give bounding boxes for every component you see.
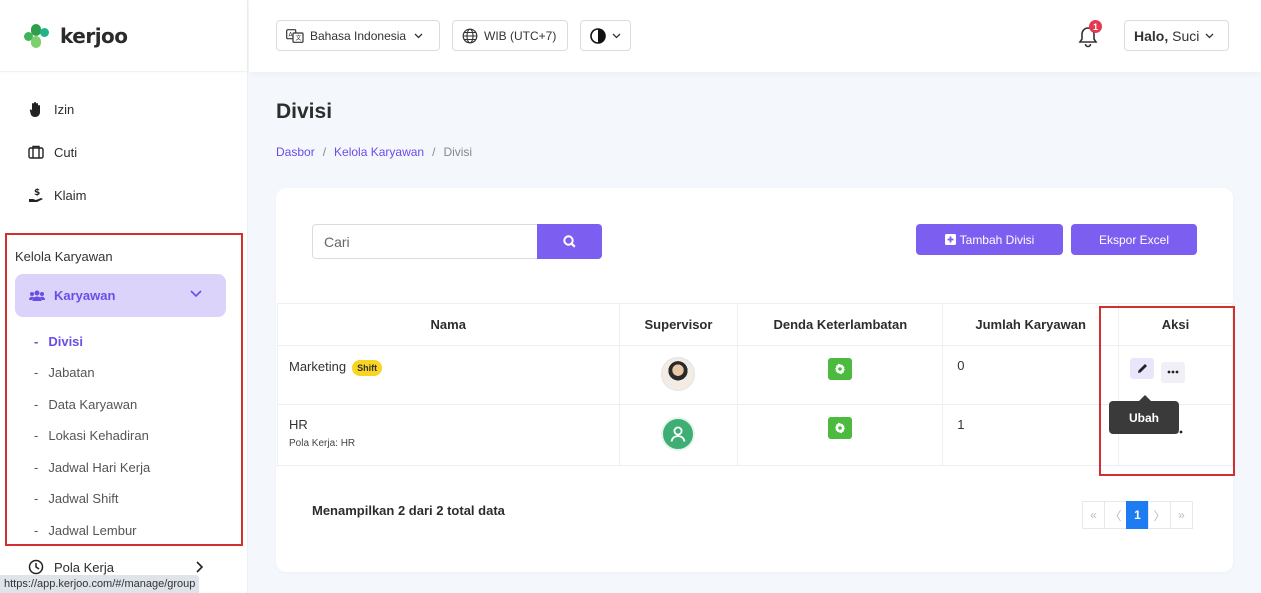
gear-icon bbox=[835, 363, 846, 375]
sidebar-item-cuti[interactable]: Cuti bbox=[28, 144, 77, 160]
plus-square-icon bbox=[944, 234, 956, 245]
globe-icon bbox=[462, 28, 478, 44]
breadcrumb-dasbor[interactable]: Dasbor bbox=[276, 145, 315, 159]
search-icon bbox=[563, 235, 576, 248]
contrast-icon bbox=[590, 27, 606, 44]
svg-text:$: $ bbox=[34, 188, 40, 198]
page-title: Divisi bbox=[276, 100, 333, 123]
language-select[interactable]: A文 Bahasa Indonesia bbox=[276, 20, 440, 51]
cell-supervisor bbox=[618, 404, 739, 466]
add-division-button[interactable]: Tambah Divisi bbox=[916, 224, 1063, 255]
sidebar-item-label: Pola Kerja bbox=[54, 559, 114, 575]
export-excel-button[interactable]: Ekspor Excel bbox=[1071, 224, 1197, 255]
last-page-button[interactable]: » bbox=[1170, 501, 1193, 529]
sidebar-item-label: Klaim bbox=[54, 187, 87, 203]
breadcrumb-kelola-karyawan[interactable]: Kelola Karyawan bbox=[334, 145, 424, 159]
gear-icon bbox=[835, 422, 846, 434]
prev-page-button[interactable]: 〈 bbox=[1104, 501, 1127, 529]
chevron-right-icon bbox=[196, 561, 204, 573]
division-table: Nama Supervisor Denda Keterlambatan Juml… bbox=[277, 303, 1233, 466]
cell-nama: Marketing Shift bbox=[277, 345, 620, 405]
timezone-button[interactable]: WIB (UTC+7) bbox=[452, 20, 568, 51]
cell-denda bbox=[737, 345, 944, 405]
column-header-denda[interactable]: Denda Keterlambatan bbox=[737, 303, 944, 346]
cell-nama: HR Pola Kerja: HR bbox=[277, 404, 620, 466]
kerjoo-logo-icon bbox=[24, 23, 54, 48]
division-name: Marketing bbox=[289, 359, 347, 374]
next-page-button[interactable]: 〉 bbox=[1148, 501, 1171, 529]
greeting-label: Halo, Suci bbox=[1134, 27, 1200, 44]
first-page-button[interactable]: « bbox=[1082, 501, 1105, 529]
timezone-label: WIB (UTC+7) bbox=[484, 28, 557, 43]
breadcrumb-current: Divisi bbox=[443, 145, 473, 159]
briefcase-icon bbox=[28, 144, 44, 160]
column-header-supervisor[interactable]: Supervisor bbox=[618, 303, 739, 346]
breadcrumb: Dasbor / Kelola Karyawan / Divisi bbox=[276, 145, 473, 159]
table-row: Marketing Shift 0 bbox=[277, 345, 1233, 405]
search-button[interactable] bbox=[537, 224, 602, 259]
cell-supervisor bbox=[618, 345, 739, 405]
sidebar-item-label: Cuti bbox=[54, 144, 78, 160]
late-fine-settings-button[interactable] bbox=[828, 358, 853, 380]
search-input[interactable] bbox=[312, 224, 538, 259]
sidebar-item-izin[interactable]: Izin bbox=[28, 101, 74, 117]
work-pattern-note: Pola Kerja: HR bbox=[289, 438, 356, 449]
avatar[interactable] bbox=[661, 357, 696, 391]
chevron-down-icon bbox=[1205, 33, 1214, 39]
theme-toggle[interactable] bbox=[580, 20, 631, 51]
cell-jumlah: 0 bbox=[942, 345, 1120, 405]
translate-icon: A文 bbox=[286, 28, 304, 43]
user-menu[interactable]: Halo, Suci bbox=[1124, 20, 1229, 51]
page-button[interactable]: 1 bbox=[1126, 501, 1149, 529]
money-hand-icon: $ bbox=[28, 187, 44, 203]
cell-jumlah: 1 bbox=[942, 404, 1120, 466]
logo[interactable]: kerjoo bbox=[0, 0, 247, 72]
svg-text:文: 文 bbox=[296, 34, 302, 42]
status-bar-url: https://app.kerjoo.com/#/manage/group bbox=[0, 575, 200, 593]
highlight-box-actions bbox=[1099, 306, 1235, 476]
pagination: « 〈 1 〉 » bbox=[1082, 501, 1193, 529]
add-division-label: Tambah Divisi bbox=[959, 232, 1035, 247]
table-row: HR Pola Kerja: HR 1 bbox=[277, 404, 1233, 466]
sidebar-item-klaim[interactable]: $ Klaim bbox=[28, 187, 87, 203]
late-fine-settings-button[interactable] bbox=[828, 417, 853, 439]
shift-badge: Shift bbox=[352, 359, 383, 376]
clock-icon bbox=[28, 559, 44, 575]
default-avatar-icon[interactable] bbox=[661, 417, 696, 451]
column-header-jumlah[interactable]: Jumlah Karyawan bbox=[942, 303, 1120, 346]
sidebar-item-pola-kerja[interactable]: Pola Kerja bbox=[28, 559, 204, 575]
brand-name: kerjoo bbox=[60, 23, 128, 48]
chevron-down-icon bbox=[414, 33, 423, 39]
sidebar-item-label: Izin bbox=[54, 101, 75, 117]
chevron-down-icon bbox=[612, 33, 621, 39]
pagination-summary: Menampilkan 2 dari 2 total data bbox=[312, 503, 505, 518]
hand-icon bbox=[28, 101, 44, 117]
language-label: Bahasa Indonesia bbox=[310, 28, 407, 43]
notification-badge: 1 bbox=[1089, 20, 1102, 33]
column-header-nama[interactable]: Nama bbox=[277, 303, 620, 346]
highlight-box-sidebar bbox=[5, 233, 243, 546]
division-name: HR bbox=[289, 417, 308, 432]
cell-denda bbox=[737, 404, 944, 466]
